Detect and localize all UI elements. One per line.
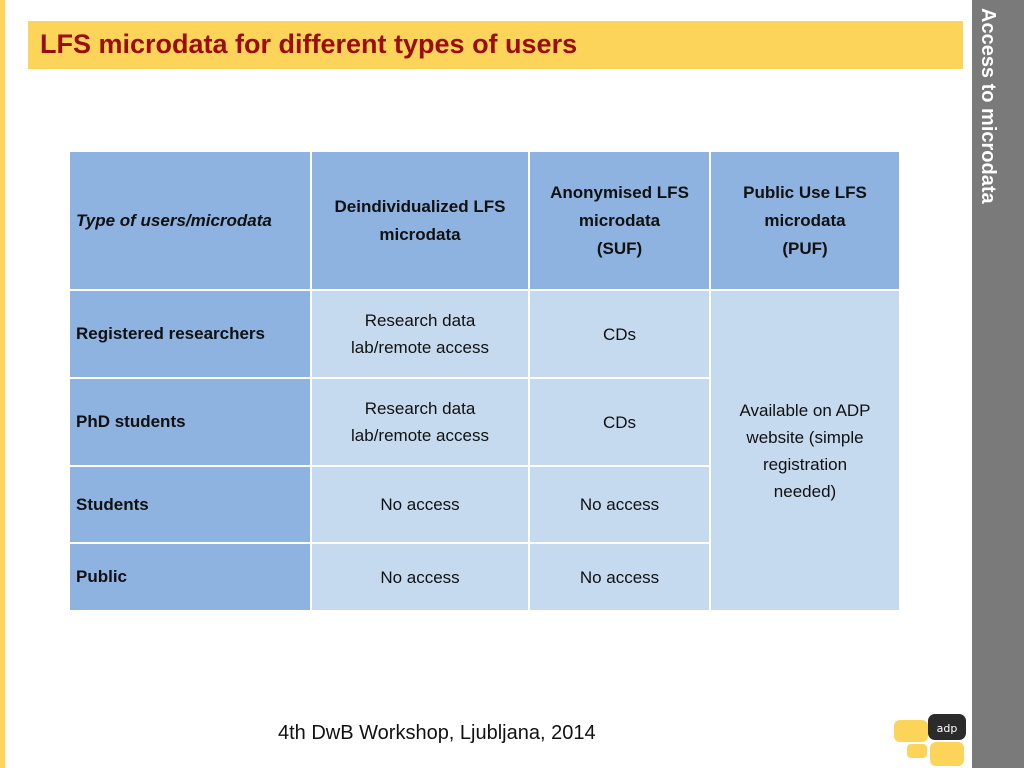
cell-line: registration	[762, 454, 848, 474]
cell-line: lab/remote access	[351, 426, 489, 445]
header-line: Anonymised LFS	[550, 182, 689, 202]
cell-line: Research data	[364, 399, 476, 418]
header-anonymised: Anonymised LFS microdata (SUF)	[528, 150, 711, 291]
anonymised-cell: No access	[528, 465, 711, 544]
title-bar: LFS microdata for different types of use…	[28, 21, 963, 69]
left-accent-bar	[0, 0, 5, 768]
cell-line: Research data	[364, 311, 476, 330]
header-line: microdata	[379, 224, 461, 244]
table-header-row: Type of users/microdata Deindividualized…	[68, 150, 901, 291]
puf-merged-cell: Available on ADP website (simple registr…	[709, 289, 901, 612]
access-table: Type of users/microdata Deindividualized…	[68, 150, 901, 612]
header-user-type: Type of users/microdata	[68, 150, 312, 291]
adp-logo-icon: adp	[894, 714, 966, 766]
header-line: (PUF)	[782, 238, 828, 258]
header-line: microdata	[578, 210, 661, 230]
deindividualized-cell: Research data lab/remote access	[310, 377, 530, 467]
row-label: Public	[68, 542, 312, 612]
cell-line: lab/remote access	[351, 338, 489, 357]
deindividualized-cell: Research data lab/remote access	[310, 289, 530, 379]
header-line: Public Use LFS	[743, 182, 867, 202]
deindividualized-cell: No access	[310, 465, 530, 544]
header-line: microdata	[764, 210, 846, 230]
table-row: Registered researchers Research data lab…	[68, 289, 901, 612]
cell-line: website (simple	[746, 427, 864, 447]
header-line: Deindividualized LFS	[334, 196, 506, 216]
anonymised-cell: No access	[528, 542, 711, 612]
header-deindividualized: Deindividualized LFS microdata	[310, 150, 530, 291]
row-label: Registered researchers	[68, 289, 312, 379]
cell-line: Available on ADP	[739, 400, 871, 420]
header-public-use: Public Use LFS microdata (PUF)	[709, 150, 901, 291]
deindividualized-cell: No access	[310, 542, 530, 612]
anonymised-cell: CDs	[528, 289, 711, 379]
section-label: Access to microdata	[977, 8, 999, 204]
slide-title: LFS microdata for different types of use…	[40, 29, 578, 59]
svg-text:adp: adp	[937, 722, 958, 735]
footer-text: 4th DwB Workshop, Ljubljana, 2014	[278, 722, 596, 744]
anonymised-cell: CDs	[528, 377, 711, 467]
header-line: (SUF)	[596, 238, 643, 258]
row-label: Students	[68, 465, 312, 544]
cell-line: needed)	[773, 481, 837, 501]
side-panel: Access to microdata	[972, 0, 1024, 768]
row-label: PhD students	[68, 377, 312, 467]
